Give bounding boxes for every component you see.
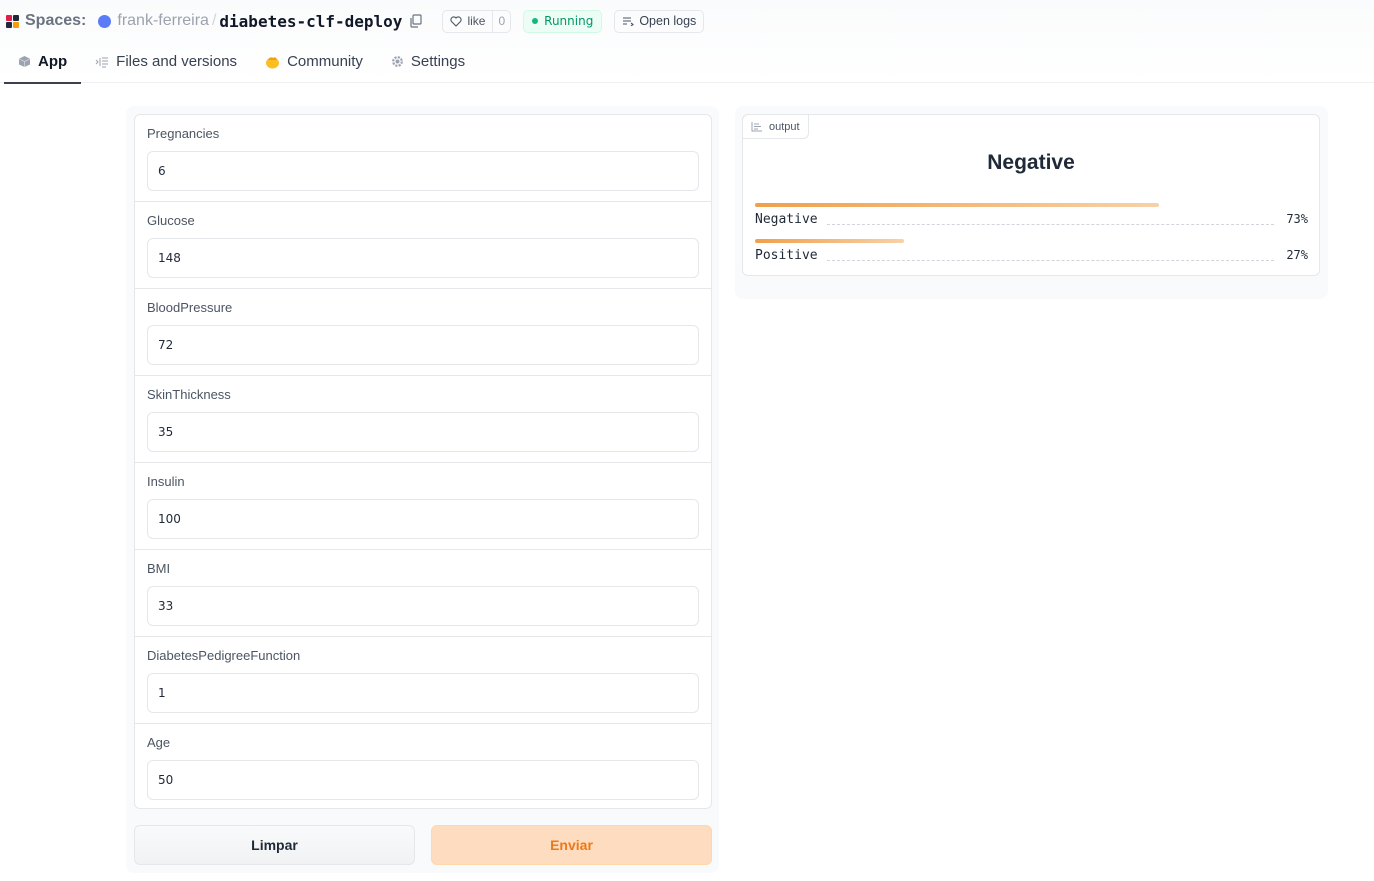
like-button[interactable]: like 0 <box>442 9 512 33</box>
spaces-label[interactable]: Spaces: <box>25 12 86 30</box>
tab-settings-label: Settings <box>410 53 466 70</box>
logs-icon <box>623 17 635 26</box>
status-badge: Running <box>523 9 603 33</box>
gear-icon <box>392 56 403 67</box>
owner-avatar <box>98 14 112 28</box>
field-label: Insulin <box>147 474 185 489</box>
field-label: Pregnancies <box>147 126 220 141</box>
space-header: Spaces: frank-ferreira / diabetes-clf-de… <box>0 0 1374 84</box>
blood-pressure-input[interactable]: 72 <box>147 325 699 365</box>
field-label: DiabetesPedigreeFunction <box>147 648 301 663</box>
output-panel: output Negative Negative 73% Positive 27… <box>735 106 1328 299</box>
heart-icon <box>450 15 463 27</box>
huggingface-logo-icon[interactable] <box>6 14 19 28</box>
path-separator: / <box>211 12 217 29</box>
output-tag: output <box>742 114 809 139</box>
confidence-label: Negative <box>755 212 824 227</box>
confidence-row: Positive 27% <box>755 239 1308 265</box>
field-diabetes-pedigree-function: DiabetesPedigreeFunction 1 <box>135 637 711 724</box>
owner-link[interactable]: frank-ferreira <box>117 12 209 30</box>
clear-button[interactable]: Limpar <box>134 825 415 865</box>
submit-button[interactable]: Enviar <box>431 825 712 865</box>
output-tag-label: output <box>769 120 800 133</box>
open-logs-button[interactable]: Open logs <box>614 9 705 33</box>
field-label: SkinThickness <box>147 387 231 402</box>
field-skin-thickness: SkinThickness 35 <box>135 376 711 463</box>
field-label: Age <box>147 735 171 750</box>
tab-files-label: Files and versions <box>116 53 238 70</box>
tab-files-and-versions[interactable]: Files and versions <box>81 40 251 83</box>
like-label: like <box>467 14 486 28</box>
confidence-bar <box>755 239 905 243</box>
tab-app[interactable]: App <box>4 40 82 84</box>
field-pregnancies: Pregnancies 6 <box>135 115 711 202</box>
field-age: Age 50 <box>135 724 711 808</box>
like-count[interactable]: 0 <box>492 10 510 32</box>
age-input[interactable]: 50 <box>147 760 699 800</box>
confidence-value: 73% <box>1286 212 1308 226</box>
tab-community[interactable]: Community <box>251 40 377 83</box>
confidence-row: Negative 73% <box>755 203 1308 229</box>
copy-icon[interactable] <box>408 13 424 29</box>
confidence-bar <box>755 203 1159 207</box>
field-bmi: BMI 33 <box>135 550 711 637</box>
space-tabs: App Files and versions Community Setting… <box>4 40 479 84</box>
predicted-label: Negative <box>987 151 1075 174</box>
input-form: Pregnancies 6 Glucose 148 BloodPressure … <box>134 114 712 809</box>
field-insulin: Insulin 100 <box>135 463 711 550</box>
files-icon <box>95 57 109 67</box>
confidence-label: Positive <box>755 248 824 263</box>
tab-settings[interactable]: Settings <box>377 40 479 83</box>
tab-community-label: Community <box>287 53 363 70</box>
repo-name[interactable]: diabetes-clf-deploy <box>219 12 402 31</box>
input-panel: Pregnancies 6 Glucose 148 BloodPressure … <box>126 106 719 873</box>
community-icon <box>266 56 280 68</box>
insulin-input[interactable]: 100 <box>147 499 699 539</box>
status-text: Running <box>544 14 594 28</box>
open-logs-label: Open logs <box>639 14 697 28</box>
bmi-input[interactable]: 33 <box>147 586 699 626</box>
field-label: Glucose <box>147 213 195 228</box>
status-dot-icon <box>532 18 539 24</box>
field-blood-pressure: BloodPressure 72 <box>135 289 711 376</box>
confidence-leader <box>827 260 1274 261</box>
confidence-value: 27% <box>1286 248 1308 262</box>
output-label-box: output Negative Negative 73% Positive 27… <box>742 114 1320 276</box>
cube-icon <box>18 56 31 67</box>
space-title-row: Spaces: frank-ferreira / diabetes-clf-de… <box>6 9 705 33</box>
tab-app-label: App <box>38 53 68 70</box>
diabetes-pedigree-function-input[interactable]: 1 <box>147 673 699 713</box>
skin-thickness-input[interactable]: 35 <box>147 412 699 452</box>
field-label: BloodPressure <box>147 300 233 315</box>
glucose-input[interactable]: 148 <box>147 238 699 278</box>
pregnancies-input[interactable]: 6 <box>147 151 699 191</box>
field-glucose: Glucose 148 <box>135 202 711 289</box>
field-label: BMI <box>147 561 171 576</box>
confidence-leader <box>827 224 1274 225</box>
bar-chart-icon <box>751 121 762 131</box>
